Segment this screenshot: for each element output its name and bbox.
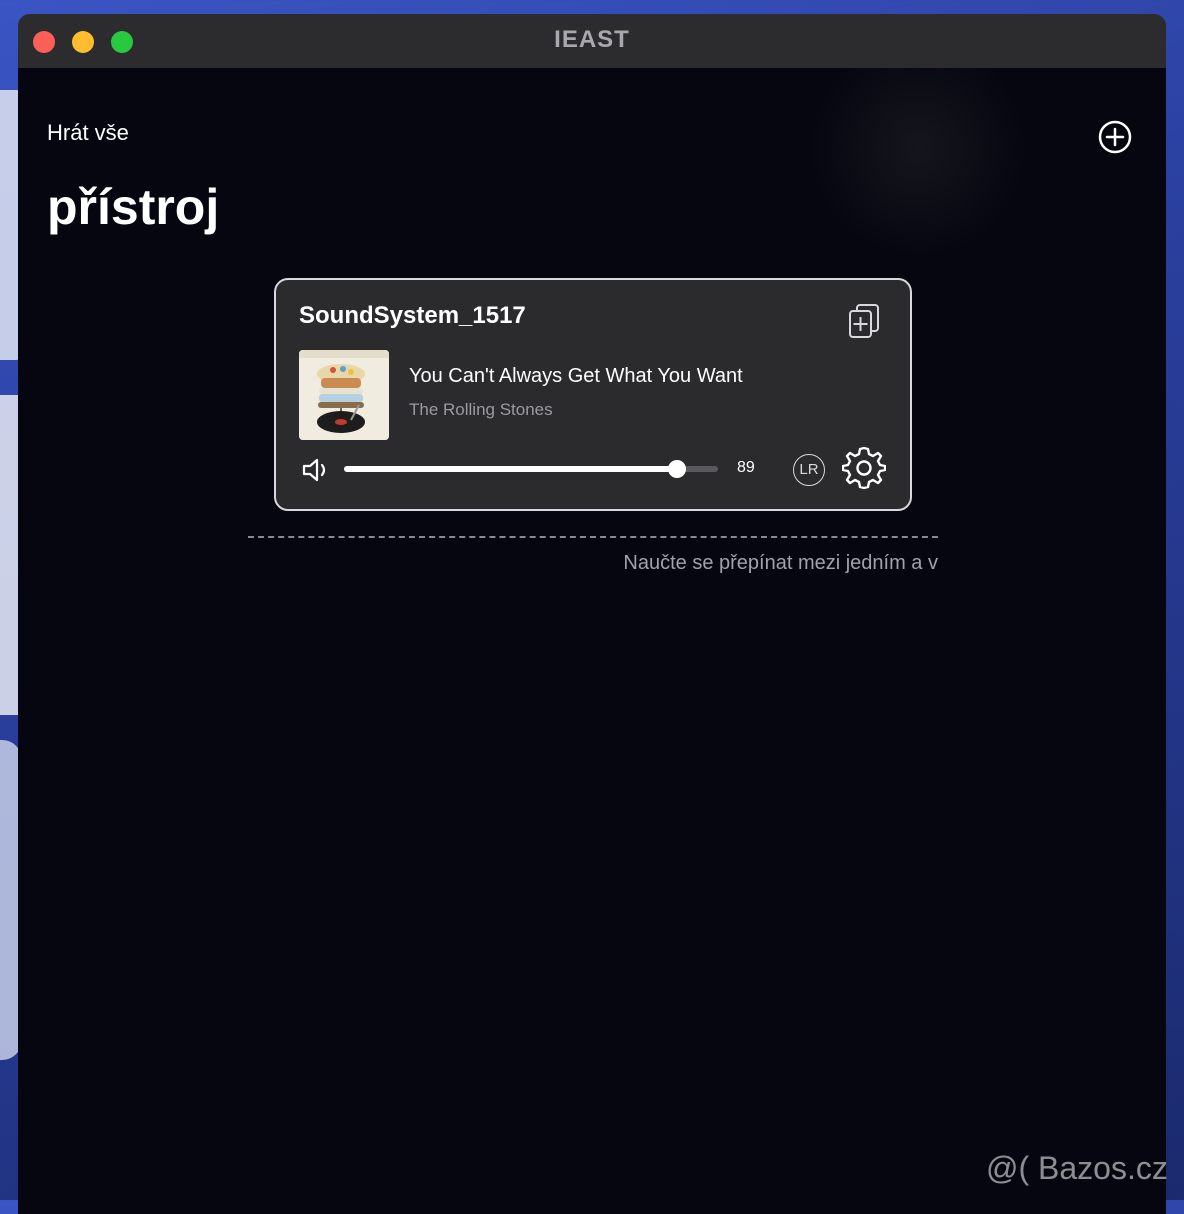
volume-slider[interactable]: [344, 460, 718, 478]
add-group-icon[interactable]: [846, 302, 882, 340]
section-divider: [248, 536, 938, 538]
page-title: přístroj: [47, 179, 220, 235]
volume-slider-thumb[interactable]: [667, 460, 686, 478]
device-card[interactable]: SoundSystem_1517 You Can't Always Get Wh…: [274, 278, 912, 511]
watermark: @( Bazos.cz: [986, 1150, 1168, 1186]
title-bar: IEAST: [18, 14, 1166, 69]
main-content: Hrát vše přístroj SoundSystem_1517 You C…: [18, 68, 1166, 1214]
song-artist: The Rolling Stones: [409, 400, 553, 419]
gear-icon[interactable]: [842, 446, 886, 490]
speaker-icon[interactable]: [301, 456, 331, 484]
plus-circle-icon[interactable]: [1098, 120, 1132, 154]
device-name: SoundSystem_1517: [299, 302, 526, 329]
album-art: [299, 350, 389, 440]
window-title: IEAST: [554, 26, 630, 53]
help-hint-link[interactable]: Naučte se přepínat mezi jedním a v: [248, 552, 938, 575]
app-window: IEAST Hrát vše přístroj SoundSystem_1517: [18, 14, 1166, 1214]
play-all-button[interactable]: Hrát vše: [47, 120, 129, 146]
volume-value: 89: [737, 459, 755, 476]
volume-slider-fill: [344, 466, 677, 472]
album-cover-image: [299, 350, 389, 440]
song-title: You Can't Always Get What You Want: [409, 365, 743, 387]
channel-lr-button[interactable]: LR: [793, 454, 825, 486]
